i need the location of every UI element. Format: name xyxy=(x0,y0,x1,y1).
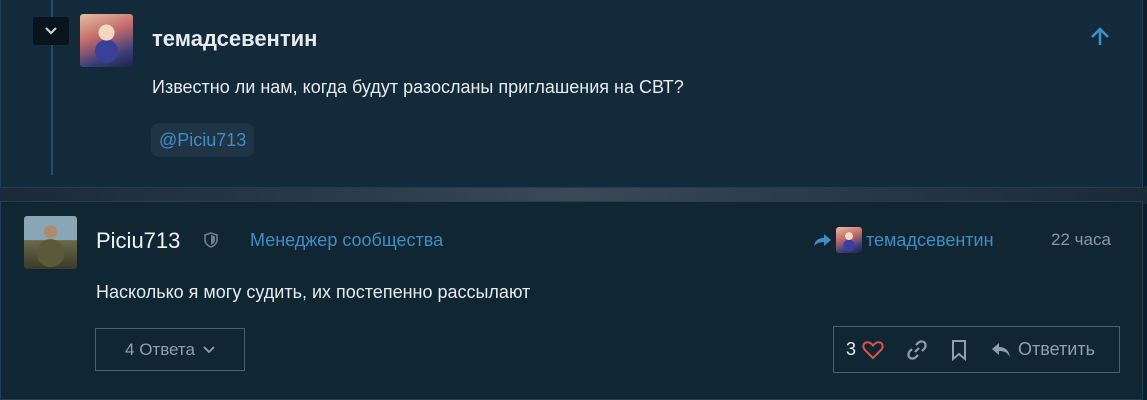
role-badge[interactable]: Менеджер сообщества xyxy=(250,230,443,251)
post-author[interactable]: Piciu713 xyxy=(96,228,180,254)
shield-icon xyxy=(204,232,218,253)
chevron-down-icon xyxy=(203,345,215,353)
chevron-down-icon xyxy=(45,27,57,35)
collapse-button[interactable] xyxy=(33,17,69,45)
reply-to[interactable]: темадсевентин xyxy=(812,227,994,253)
like-count: 3 xyxy=(846,339,857,359)
timestamp: 22 часа xyxy=(1051,230,1111,249)
bookmark-icon xyxy=(952,339,967,361)
like-button[interactable]: 3 xyxy=(846,339,884,360)
reply-label: Ответить xyxy=(1018,339,1095,359)
avatar[interactable] xyxy=(80,14,133,67)
mention-link[interactable]: @Piciu713 xyxy=(151,123,255,157)
replies-label: 4 Ответа xyxy=(125,339,195,359)
avatar xyxy=(836,227,862,253)
reply-icon xyxy=(992,342,1011,357)
link-button[interactable] xyxy=(906,339,928,361)
arrow-up-icon[interactable] xyxy=(1089,26,1111,53)
replies-button[interactable]: 4 Ответа xyxy=(95,328,245,371)
heart-icon xyxy=(862,340,884,359)
link-icon xyxy=(907,339,927,360)
avatar[interactable] xyxy=(24,216,77,269)
quoted-author[interactable]: темадсевентин xyxy=(152,26,317,52)
reply-to-name: темадсевентин xyxy=(866,229,994,250)
quoted-text: Известно ли нам, когда будут разосланы п… xyxy=(152,77,684,97)
actions-bar: 3 Ответить xyxy=(833,326,1120,373)
post-text: Насколько я могу судить, их постепенно р… xyxy=(96,282,531,302)
bookmark-button[interactable] xyxy=(950,339,968,361)
reply-arrow-icon xyxy=(814,234,831,246)
reply-button[interactable]: Ответить xyxy=(990,339,1095,360)
